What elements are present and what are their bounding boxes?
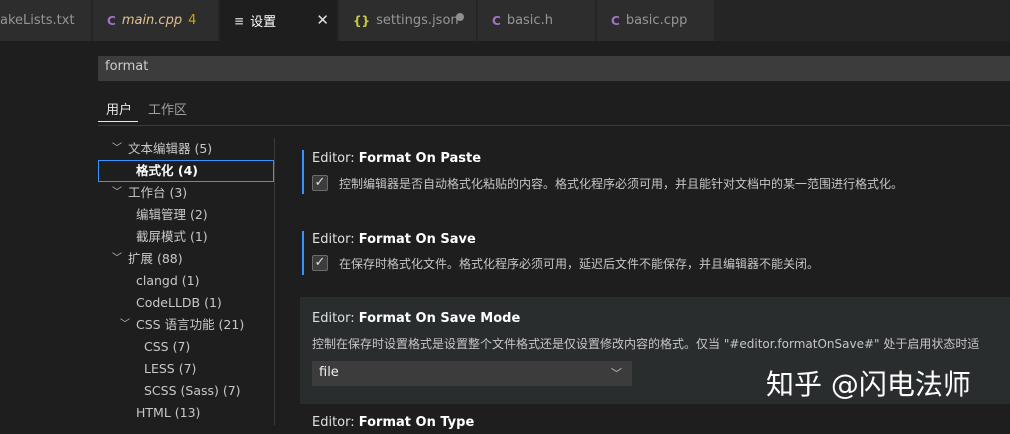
toc-item-html[interactable]: HTML (13) <box>98 402 274 424</box>
toc-item-label: 工作台 (3) <box>128 185 188 200</box>
format-on-save-checkbox[interactable]: ✓ <box>312 255 328 271</box>
tab-label: settings.json <box>376 13 459 28</box>
toc-item-editor-management[interactable]: 编辑管理 (2) <box>98 204 274 226</box>
setting-format-on-type: Editor: Format On Type <box>300 414 1010 434</box>
tab-label: 设置 <box>250 15 277 30</box>
settings-toc-tree: ﹀ 文本编辑器 (5) 格式化 (4) ﹀ 工作台 (3) 编辑管理 (2) 截… <box>98 138 275 425</box>
tab-basic-h[interactable]: C basic.h <box>478 0 596 41</box>
toc-item-screencast-mode[interactable]: 截屏模式 (1) <box>98 226 274 248</box>
settings-scope-tabs: 用户 工作区 <box>98 95 1010 126</box>
settings-list-icon: ≡ <box>234 13 245 28</box>
setting-title: Editor: Format On Save Mode <box>312 311 520 326</box>
setting-description: 在保存时格式化文件。格式化程序必须可用，延迟后文件不能保存，并且编辑器不能关闭。 <box>339 257 820 271</box>
setting-name: Format On Save <box>358 232 476 247</box>
tab-workspace[interactable]: 工作区 <box>148 99 187 118</box>
toc-item-workbench[interactable]: ﹀ 工作台 (3) <box>98 182 274 204</box>
toc-item-codelldb[interactable]: CodeLLDB (1) <box>98 292 274 314</box>
toc-item-label: 编辑管理 (2) <box>136 207 208 222</box>
toc-item-css-language-features[interactable]: ﹀ CSS 语言功能 (21) <box>98 314 274 336</box>
setting-category: Editor: <box>312 415 359 430</box>
toc-item-label: 格式化 (4) <box>136 163 198 178</box>
chevron-down-icon: ﹀ <box>112 253 122 264</box>
setting-format-on-save: Editor: Format On Save ✓ 在保存时格式化文件。格式化程序… <box>300 231 1010 275</box>
toc-item-label: SCSS (Sass) (7) <box>144 383 241 398</box>
setting-name: Format On Paste <box>358 151 482 166</box>
setting-title: Editor: Format On Type <box>312 415 474 430</box>
tab-basic-cpp[interactable]: C basic.cpp <box>597 0 715 41</box>
toc-item-label: CSS (7) <box>144 339 191 354</box>
toc-item-text-editor[interactable]: ﹀ 文本编辑器 (5) <box>98 138 274 160</box>
chevron-down-icon: ﹀ <box>611 367 622 380</box>
tab-cmakelists[interactable]: akeLists.txt <box>0 0 92 41</box>
modified-indicator <box>302 231 304 275</box>
tab-label: basic.cpp <box>625 13 688 28</box>
toc-item-formatting[interactable]: 格式化 (4) <box>98 160 274 182</box>
tab-user[interactable]: 用户 <box>106 99 132 118</box>
toc-item-label: 截屏模式 (1) <box>136 229 208 244</box>
setting-category: Editor: <box>312 232 359 247</box>
toc-item-extensions[interactable]: ﹀ 扩展 (88) <box>98 248 274 270</box>
chevron-down-icon: ﹀ <box>112 187 122 198</box>
setting-category: Editor: <box>312 311 359 326</box>
toc-item-label: CSS 语言功能 (21) <box>136 317 245 332</box>
cpp-file-icon: C <box>107 13 116 28</box>
search-value: format <box>105 59 149 74</box>
toc-item-label: 扩展 (88) <box>128 251 183 266</box>
unsaved-dot-icon[interactable] <box>456 13 464 21</box>
tab-settings[interactable]: ≡ 设置 ✕ <box>220 0 338 41</box>
format-on-save-mode-select[interactable]: file ﹀ <box>312 361 632 386</box>
zhihu-watermark: 知乎 @闪电法师 <box>766 368 971 401</box>
active-tab-underline <box>98 121 138 122</box>
chevron-down-icon: ﹀ <box>120 319 130 330</box>
setting-format-on-paste: Editor: Format On Paste ✓ 控制编辑器是否自动格式化粘贴… <box>300 150 1010 194</box>
toc-item-label: CodeLLDB (1) <box>136 295 222 310</box>
toc-item-label: LESS (7) <box>144 361 197 376</box>
setting-description: 控制编辑器是否自动格式化粘贴的内容。格式化程序必须可用，并且能针对文档中的某一范… <box>339 177 904 191</box>
toc-item-label: clangd (1) <box>136 273 200 288</box>
toc-item-label: 文本编辑器 (5) <box>128 141 213 156</box>
editor-tab-bar: akeLists.txt C main.cpp 4 ≡ 设置 ✕ {} sett… <box>0 0 1010 41</box>
cpp-file-icon: C <box>611 13 620 28</box>
settings-search-input[interactable]: format <box>98 56 1010 81</box>
modified-indicator <box>302 150 304 194</box>
setting-description: 控制在保存时设置格式是设置整个文件格式还是仅设置修改内容的格式。仅当 "#edi… <box>312 337 980 351</box>
setting-name: Format On Type <box>358 415 475 430</box>
setting-title: Editor: Format On Save <box>312 232 476 247</box>
setting-category: Editor: <box>312 151 359 166</box>
tab-settings-json[interactable]: {} settings.json <box>339 0 477 41</box>
select-value: file <box>319 365 339 380</box>
tab-label: main.cpp <box>121 13 183 28</box>
chevron-down-icon: ﹀ <box>112 143 122 154</box>
format-on-paste-checkbox[interactable]: ✓ <box>312 175 328 191</box>
toc-item-css[interactable]: CSS (7) <box>98 336 274 358</box>
json-file-icon: {} <box>353 13 371 28</box>
toc-item-less[interactable]: LESS (7) <box>98 358 274 380</box>
tab-label: akeLists.txt <box>0 13 75 28</box>
close-icon[interactable]: ✕ <box>316 11 329 29</box>
problem-count-badge: 4 <box>188 13 197 28</box>
toc-item-clangd[interactable]: clangd (1) <box>98 270 274 292</box>
setting-title: Editor: Format On Paste <box>312 151 481 166</box>
c-header-icon: C <box>492 13 501 28</box>
setting-name: Format On Save Mode <box>358 311 521 326</box>
toc-item-scss[interactable]: SCSS (Sass) (7) <box>98 380 274 402</box>
toc-item-label: HTML (13) <box>136 405 201 420</box>
tab-main-cpp[interactable]: C main.cpp 4 <box>93 0 219 41</box>
tab-label: basic.h <box>506 13 553 28</box>
